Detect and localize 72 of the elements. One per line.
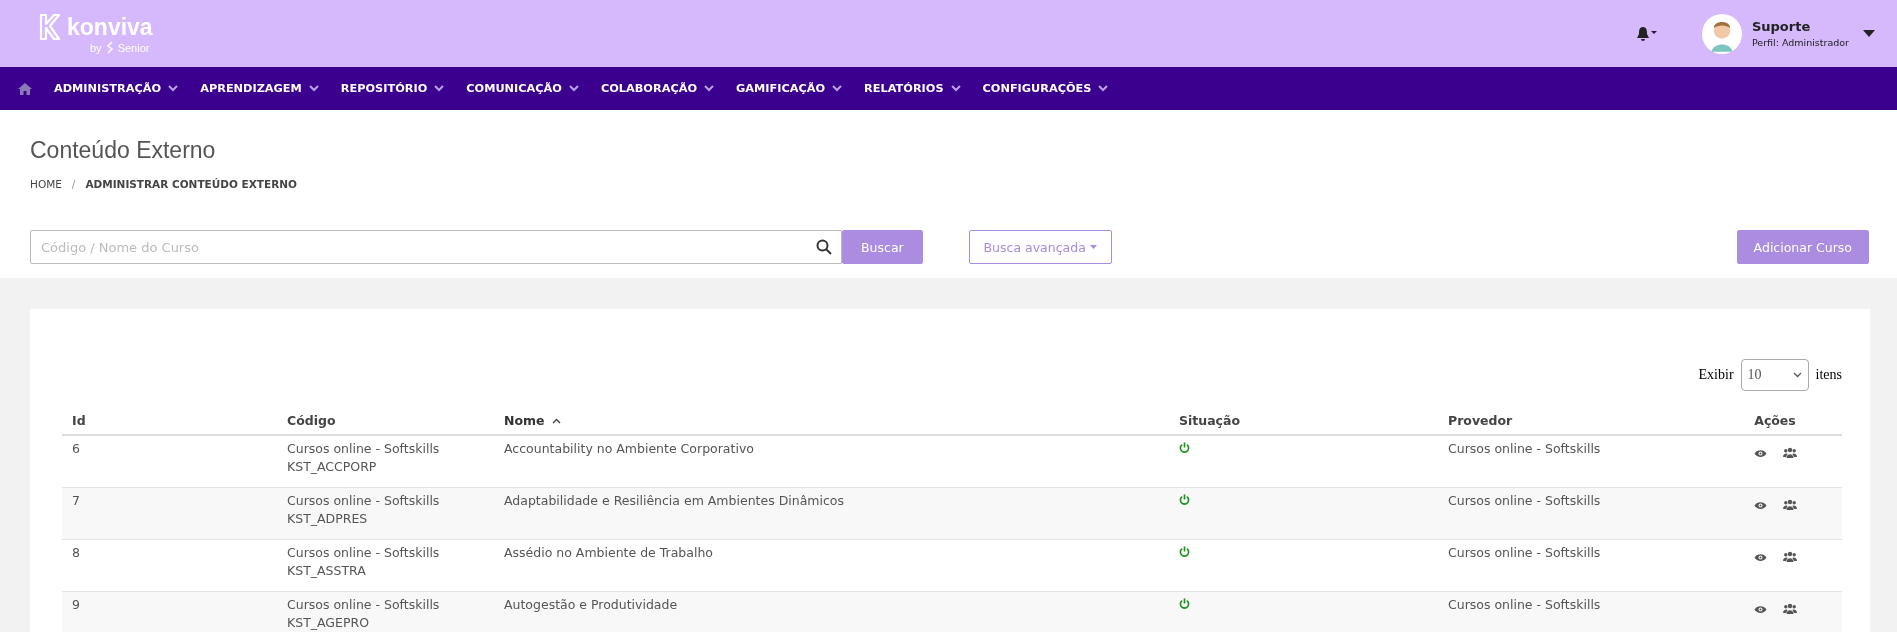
eye-icon[interactable] <box>1753 501 1767 510</box>
nav-menu-item[interactable]: COMUNICAÇÃO <box>466 82 579 95</box>
table-cell: 7 <box>72 493 80 508</box>
nav-menu-item[interactable]: CONFIGURAÇÕES <box>982 82 1109 95</box>
home-icon[interactable] <box>18 82 32 95</box>
search-field[interactable]: Código / Nome do Curso <box>30 230 842 264</box>
table-cell: Cursos online - Softskills <box>1448 493 1601 508</box>
notifications-button[interactable] <box>1635 25 1658 42</box>
nav-menu-item[interactable]: REPOSITÓRIO <box>340 82 445 95</box>
table-cell-text: KST_ACCPORP <box>287 459 378 474</box>
eye-icon[interactable] <box>1753 449 1767 458</box>
users-icon[interactable] <box>1782 551 1797 562</box>
table-cell: 6 <box>72 441 80 456</box>
table-cell: Assédio no Ambiente de Trabalho <box>504 545 713 560</box>
column-header[interactable]: Código <box>287 413 336 428</box>
logo-icon <box>38 13 62 41</box>
users-icon[interactable] <box>1782 603 1797 614</box>
column-header[interactable]: Situação <box>1179 413 1241 428</box>
chevron-icon <box>1792 372 1802 378</box>
page-size-suffix: itens <box>1815 367 1842 383</box>
chevron-icon <box>568 85 579 92</box>
user-profile: Perfil: Administrador <box>1751 37 1849 48</box>
avatar-icon <box>1701 13 1742 54</box>
table-cell: Autogestão e Produtividade <box>504 597 678 612</box>
users-icon[interactable] <box>1782 447 1797 458</box>
column-header[interactable]: Id <box>72 413 86 428</box>
eye-icon[interactable] <box>1753 553 1767 562</box>
table-cell: Cursos online - Softskills <box>1448 545 1601 560</box>
nav-menu-item[interactable]: APRENDIZAGEM <box>200 82 319 95</box>
nav-menu-item[interactable]: ADMINISTRAÇÃO <box>54 82 179 95</box>
chevron-icon <box>832 85 843 92</box>
table-cell-text: KST_AGEPRO <box>287 615 370 630</box>
chevron-icon <box>1098 85 1109 92</box>
breadcrumb-current: ADMINISTRAR CONTEÚDO EXTERNO <box>85 178 297 190</box>
table-cell: Cursos online - Softskills <box>1448 441 1601 456</box>
column-header[interactable]: Nome <box>504 413 561 428</box>
table-cell-text: Cursos online - Softskills <box>287 545 441 560</box>
page-title: Conteúdo Externo <box>30 136 217 164</box>
table-cell-text: Cursos online - Softskills <box>287 597 441 612</box>
nav-menu-item[interactable]: GAMIFICAÇÃO <box>736 82 843 95</box>
chevron-icon <box>704 85 715 92</box>
breadcrumb-separator: / <box>71 178 76 190</box>
table-cell: Accountability no Ambiente Corporativo <box>504 441 754 456</box>
table-cell-text: Cursos online - Softskills <box>287 493 441 508</box>
eye-icon[interactable] <box>1753 605 1767 614</box>
brand-name: konviva <box>67 13 153 41</box>
users-icon[interactable] <box>1782 499 1797 510</box>
partner-name: Senior <box>117 41 150 54</box>
table-cell: Adaptabilidade e Resiliência em Ambientes Dinâmicos <box>504 493 844 508</box>
caret-icon <box>1089 245 1097 249</box>
page-size-select[interactable]: 10 <box>1740 359 1809 391</box>
chevron-icon <box>168 85 179 92</box>
column-header[interactable]: Ações <box>1754 413 1796 428</box>
table-cell-text: KST_ADPRES <box>287 511 369 526</box>
chevron-icon <box>308 85 319 92</box>
table-cell-text: KST_ASSTRA <box>287 563 367 578</box>
chevron-icon <box>950 85 961 92</box>
chevron-icon <box>434 85 445 92</box>
partner-logo-icon <box>105 41 114 54</box>
search-icon[interactable] <box>816 239 832 255</box>
nav-menu-item[interactable]: COLABORAÇÃO <box>600 82 715 95</box>
user-name: Suporte <box>1751 19 1812 34</box>
table-cell-text: Cursos online - Softskills <box>287 441 441 456</box>
column-header[interactable]: Provedor <box>1448 413 1513 428</box>
table-cell: 9 <box>72 597 80 612</box>
nav-menu-item[interactable]: RELATÓRIOS <box>864 82 961 95</box>
table-cell: Cursos online - Softskills <box>1448 597 1601 612</box>
breadcrumb-link[interactable]: HOME <box>30 178 62 190</box>
table-cell: 8 <box>72 545 80 560</box>
page-size-label: Exibir <box>1698 367 1734 383</box>
brand-tagline: by <box>90 41 102 54</box>
caret-icon[interactable] <box>1863 30 1875 37</box>
